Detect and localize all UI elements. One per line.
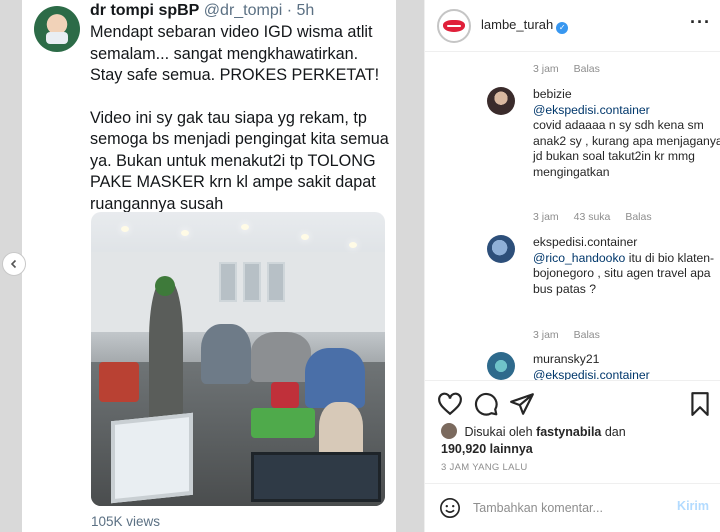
comment-item: ekspedisi.container @rico_handooko itu d…	[487, 235, 714, 365]
tweet-screenshot: dr tompi spBP @dr_tompi · 5h Mendapt seb…	[22, 0, 396, 532]
post-timestamp: 3 JAM YANG LALU	[441, 462, 528, 473]
post-author-name[interactable]: lambe_turah	[481, 17, 553, 32]
likes-summary[interactable]: Disukai oleh fastynabila dan 190,920 lai…	[441, 423, 711, 458]
comment-body: ekspedisi.container @rico_handooko itu d…	[533, 235, 720, 297]
like-heart-icon[interactable]	[437, 391, 463, 417]
comment-avatar[interactable]	[487, 352, 515, 380]
post-media[interactable]: dr tompi spBP @dr_tompi · 5h Mendapt seb…	[0, 0, 424, 532]
carousel-prev-button[interactable]	[2, 252, 26, 276]
post-author-avatar[interactable]	[437, 9, 471, 43]
tweet-text: Mendapt sebaran video IGD wisma atlit se…	[90, 22, 392, 236]
comments-list[interactable]: 3 jam Balas bebizie @ekspedisi.container…	[425, 53, 720, 380]
likes-prefix: Disukai oleh	[464, 425, 533, 439]
reply-button[interactable]: Balas	[574, 63, 600, 75]
chevron-left-icon	[10, 259, 17, 269]
comment-body: muransky21 @ekspedisi.container	[533, 352, 720, 380]
tweet-video-thumbnail	[91, 212, 385, 506]
post-comment-button[interactable]: Kirim	[677, 499, 709, 513]
post-author-username[interactable]: lambe_turah ✓	[481, 17, 569, 34]
comment-time: 3 jam	[533, 329, 559, 341]
comment-avatar[interactable]	[487, 235, 515, 263]
comment-time: 3 jam	[533, 211, 559, 223]
comment-item: muransky21 @ekspedisi.container	[487, 352, 707, 380]
likes-connector: dan	[604, 425, 626, 439]
comment-avatar[interactable]	[487, 87, 515, 115]
bookmark-icon[interactable]	[687, 391, 713, 417]
tweet-views: 105K views	[91, 514, 161, 529]
comment-icon[interactable]	[473, 391, 499, 417]
liker-avatar[interactable]	[441, 423, 457, 439]
comment-meta: 3 jam 43 suka Balas	[533, 211, 664, 223]
comment-username[interactable]: bebizie	[533, 87, 572, 101]
post-details-panel: lambe_turah ✓ ··· 3 jam Balas bebizie @ek…	[424, 0, 720, 532]
more-options-icon[interactable]: ···	[690, 12, 711, 33]
lips-logo-icon	[443, 20, 465, 32]
verified-badge-icon: ✓	[556, 22, 569, 34]
comment-meta: 3 jam Balas	[533, 63, 612, 75]
comment-item: bebizie @ekspedisi.container covid adaaa…	[487, 87, 720, 237]
tweet-author-avatar	[34, 6, 80, 52]
comment-mention[interactable]: @rico_handooko	[533, 251, 625, 265]
tweet-header: dr tompi spBP @dr_tompi · 5h	[90, 2, 314, 20]
tweet-author-name: dr tompi spBP	[90, 2, 200, 19]
comment-username[interactable]: muransky21	[533, 352, 599, 366]
likes-count[interactable]: 190,920 lainnya	[441, 442, 533, 456]
post-header: lambe_turah ✓ ···	[425, 0, 720, 52]
tweet-author-handle: @dr_tompi	[203, 2, 283, 19]
comment-time: 3 jam	[533, 63, 559, 75]
comment-likes[interactable]: 43 suka	[574, 211, 611, 223]
post-actions: Disukai oleh fastynabila dan 190,920 lai…	[425, 380, 720, 480]
liker-username[interactable]: fastynabila	[536, 425, 601, 439]
comment-input[interactable]	[473, 497, 663, 519]
tweet-paragraph: Mendapt sebaran video IGD wisma atlit se…	[90, 23, 380, 84]
share-icon[interactable]	[509, 391, 535, 417]
tweet-paragraph: Video ini sy gak tau siapa yg rekam, tp …	[90, 108, 389, 213]
comment-mention[interactable]: @ekspedisi.container	[533, 368, 650, 381]
reply-button[interactable]: Balas	[625, 211, 651, 223]
reply-button[interactable]: Balas	[574, 329, 600, 341]
comment-composer: Kirim	[425, 483, 720, 532]
tweet-time: · 5h	[286, 2, 315, 19]
comment-mention[interactable]: @ekspedisi.container	[533, 103, 650, 117]
emoji-icon[interactable]	[439, 497, 461, 519]
comment-body: bebizie @ekspedisi.container covid adaaa…	[533, 87, 720, 180]
comment-text: covid adaaaa n sy sdh kena sm anak2 sy ,…	[533, 118, 720, 179]
comment-username[interactable]: ekspedisi.container	[533, 235, 637, 249]
comment-meta: 3 jam Balas	[533, 329, 612, 341]
